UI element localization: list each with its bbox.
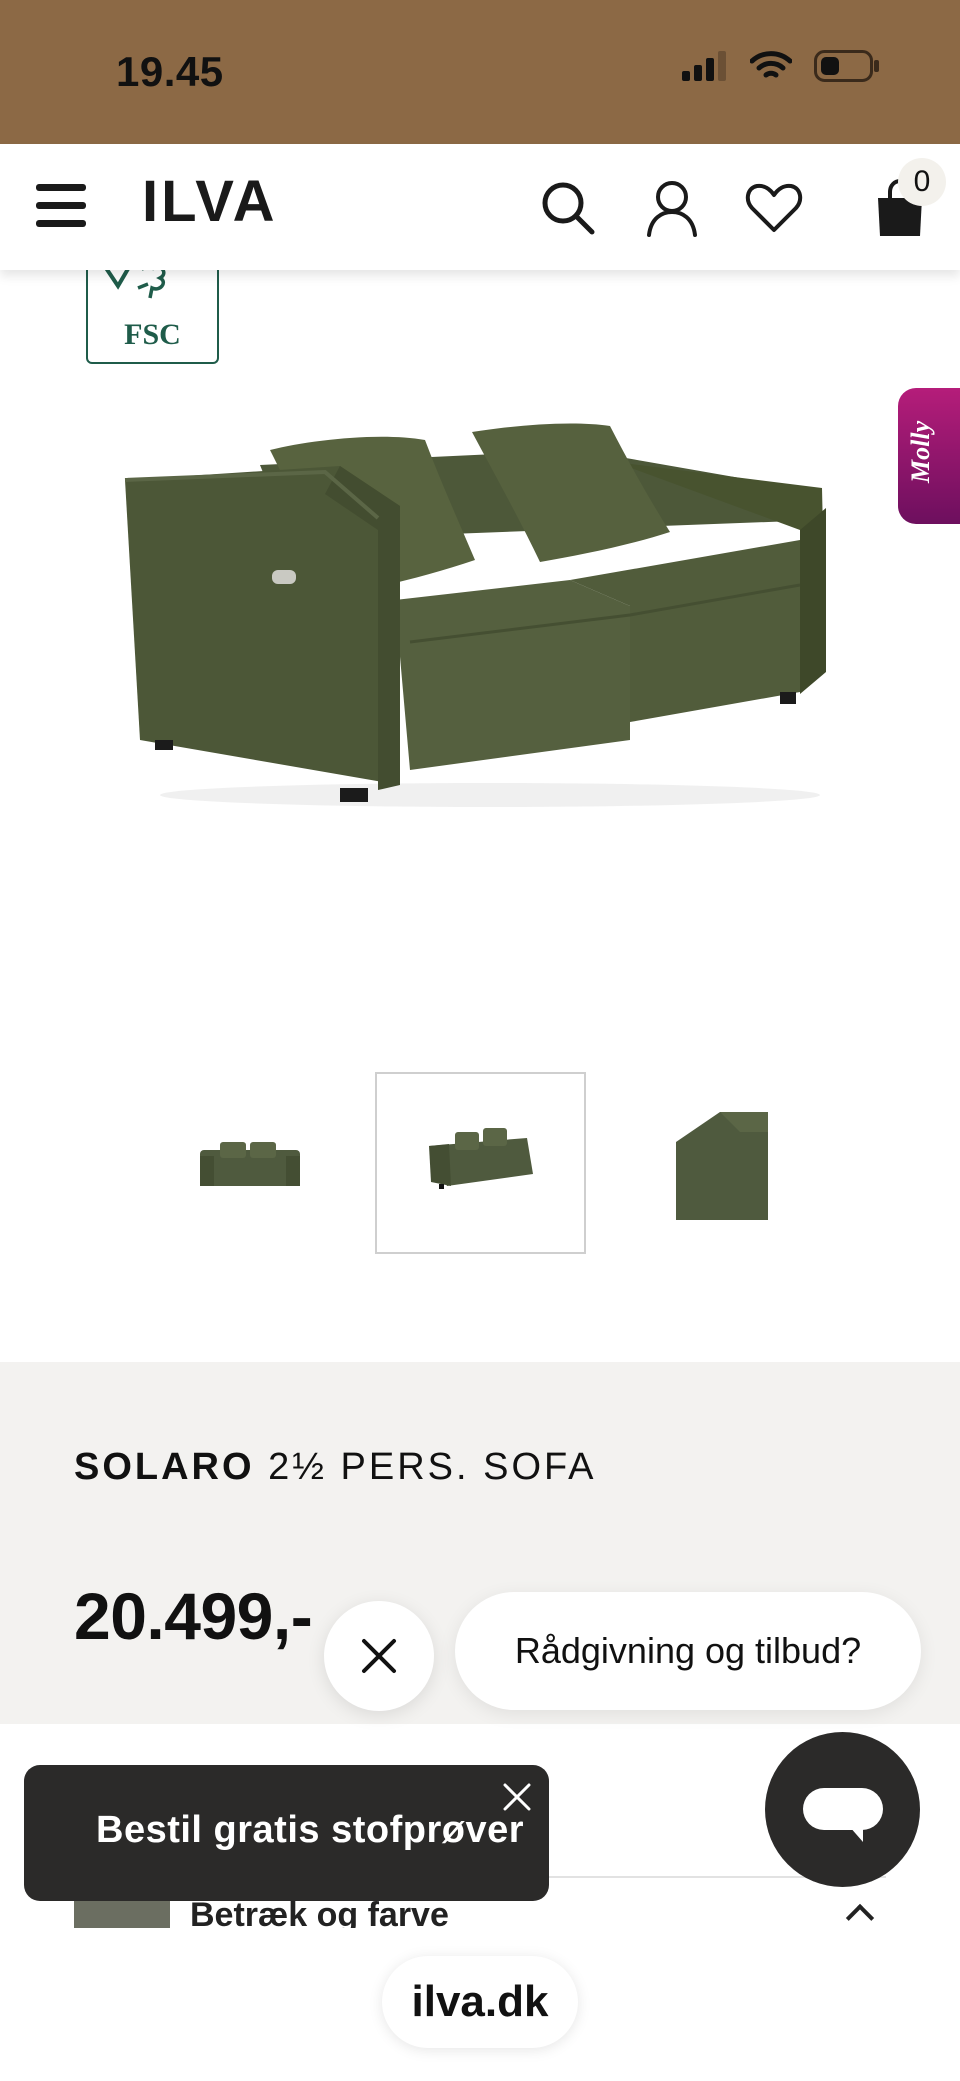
close-icon: [362, 1639, 396, 1673]
fabric-swatch[interactable]: [74, 1900, 170, 1930]
product-title: SOLARO 2½ PERS. SOFA: [74, 1446, 596, 1489]
thumbnail-detail[interactable]: [660, 1072, 770, 1254]
thumbnail-strip: [0, 1072, 960, 1254]
search-icon[interactable]: [538, 178, 598, 238]
menu-icon[interactable]: [36, 184, 86, 230]
thumbnail-angle[interactable]: [375, 1072, 586, 1254]
status-bar: 19.45: [0, 0, 960, 144]
chat-prompt-bubble[interactable]: Rådgivning og tilbud?: [455, 1592, 921, 1710]
product-image-sofa[interactable]: [110, 410, 850, 830]
product-name: 2½ PERS. SOFA: [268, 1446, 597, 1488]
browser-url-pill[interactable]: ilva.dk: [382, 1956, 578, 2048]
cart-count-badge: 0: [898, 158, 946, 206]
toast-text: Bestil gratis stofprøver: [96, 1809, 524, 1851]
product-price: 20.499,-: [74, 1579, 313, 1653]
ilva-logo[interactable]: ILVA: [142, 168, 278, 235]
site-header: ILVA 0: [0, 144, 960, 270]
thumbnail-front[interactable]: [184, 1072, 314, 1254]
battery-icon: [814, 50, 879, 82]
tree-check-icon: [104, 262, 166, 299]
toast-close-icon[interactable]: [497, 1777, 537, 1817]
chat-launcher-button[interactable]: [765, 1732, 920, 1887]
chat-icon: [803, 1788, 883, 1842]
cover-color-label[interactable]: Betræk og farve: [190, 1896, 449, 1930]
wifi-icon: [750, 51, 792, 78]
account-icon[interactable]: [642, 178, 702, 238]
chat-close-button[interactable]: [324, 1601, 434, 1711]
molly-assistant-tab[interactable]: Molly: [898, 388, 960, 524]
product-brand: SOLARO: [74, 1446, 255, 1488]
status-time: 19.45: [116, 48, 224, 95]
cellular-signal-icon: [682, 51, 726, 81]
fsc-label: FSC: [124, 318, 181, 351]
fsc-badge: FSC: [86, 262, 219, 364]
fabric-samples-toast[interactable]: Bestil gratis stofprøver: [24, 1765, 549, 1901]
heart-icon[interactable]: [744, 178, 804, 238]
status-icons: [682, 50, 880, 82]
molly-label: Molly: [906, 420, 935, 483]
